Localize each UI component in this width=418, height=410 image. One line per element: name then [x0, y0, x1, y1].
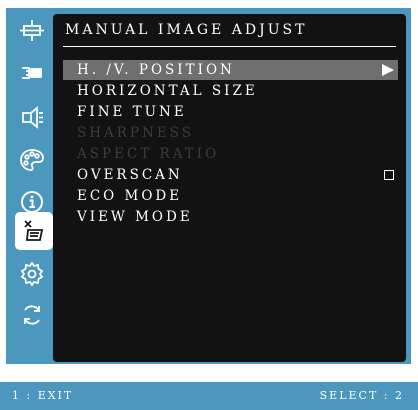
menu-item-fine-tune[interactable]: FINE TUNE [63, 102, 398, 122]
osd-window: MANUAL IMAGE ADJUST H. /V. POSITION HORI… [0, 0, 418, 410]
overscan-checkbox[interactable] [384, 170, 394, 180]
menu-item-overscan[interactable]: OVERSCAN [63, 165, 398, 185]
menu-item-label: ASPECT RATIO [77, 146, 220, 162]
menu-item-label: SHARPNESS [77, 125, 194, 141]
title-divider [63, 46, 396, 47]
manual-image-adjust-icon[interactable] [15, 212, 53, 250]
menu-item-label: H. /V. POSITION [77, 62, 235, 78]
menu-item-label: FINE TUNE [77, 104, 187, 120]
menu-title: MANUAL IMAGE ADJUST [65, 22, 308, 38]
menu-item-aspect-ratio: ASPECT RATIO [63, 144, 398, 164]
menu-item-label: ECO MODE [77, 188, 183, 204]
setup-menu-icon[interactable] [16, 258, 48, 290]
menu-panel: MANUAL IMAGE ADJUST H. /V. POSITION HORI… [53, 14, 406, 362]
menu-item-horizontal-size[interactable]: HORIZONTAL SIZE [63, 81, 398, 101]
menu-item-hv-position[interactable]: H. /V. POSITION [63, 60, 398, 80]
osd-footer: 1 : EXIT SELECT : 2 [0, 382, 418, 410]
audio-adjust-icon[interactable] [16, 101, 48, 133]
memory-recall-icon[interactable] [16, 299, 48, 331]
menu-item-eco-mode[interactable]: ECO MODE [63, 186, 398, 206]
display-position-icon[interactable] [16, 14, 48, 46]
exit-hint: 1 : EXIT [12, 389, 74, 402]
menu-item-label: VIEW MODE [77, 209, 193, 225]
menu-item-label: OVERSCAN [77, 167, 183, 183]
menu-item-sharpness: SHARPNESS [63, 123, 398, 143]
submenu-arrow-icon [382, 64, 394, 76]
osd-sidebar [6, 8, 53, 364]
color-adjust-icon[interactable] [16, 144, 48, 176]
menu-item-view-mode[interactable]: VIEW MODE [63, 207, 398, 227]
input-source-icon[interactable] [16, 57, 48, 89]
menu-item-label: HORIZONTAL SIZE [77, 83, 258, 99]
select-hint: SELECT : 2 [319, 389, 404, 402]
